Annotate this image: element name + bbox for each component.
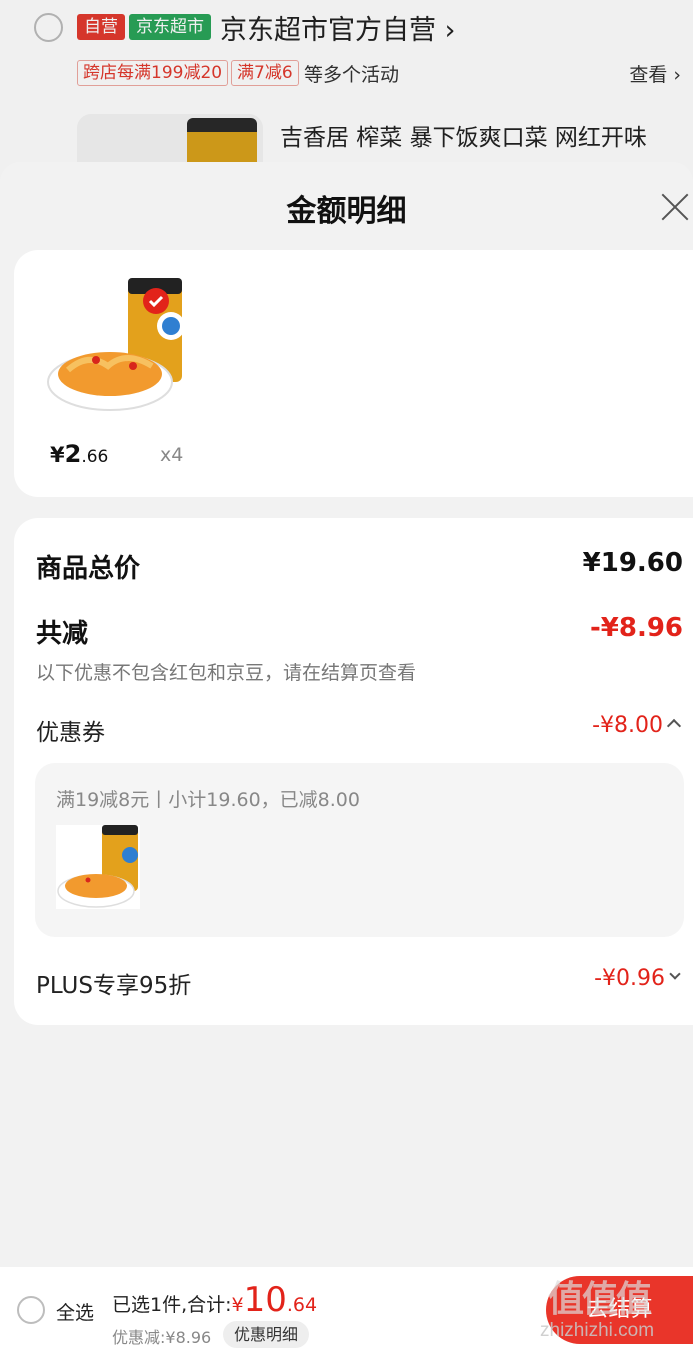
discount-note: 以下优惠不包含红包和京豆，请在结算页查看 <box>36 662 417 684</box>
total-price-value: ¥19.60 <box>582 548 683 578</box>
coupon-description: 满19减8元丨小计19.60，已减8.00 <box>56 789 360 811</box>
watermark-text: zhizhizhi.com <box>540 1320 655 1341</box>
jar-lid <box>102 825 138 835</box>
sheet-title: 金额明细 <box>286 194 407 229</box>
total-reduce-value: -¥8.96 <box>589 613 683 643</box>
summary-decimal: .64 <box>286 1294 318 1316</box>
total-reduce-label: 共减 <box>36 619 89 649</box>
summary-integer: 10 <box>243 1280 287 1320</box>
chevron-down-icon <box>669 968 681 980</box>
unit-price: ¥2.66 <box>50 440 108 468</box>
coupon-product-thumbnail <box>56 825 140 909</box>
summary-label: 已选1件,合计: <box>112 1294 232 1316</box>
pickle-pile <box>58 352 162 396</box>
quantity: x4 <box>160 444 184 466</box>
plus-discount-value: -¥0.96 <box>594 966 665 991</box>
pickle-pile <box>65 874 127 898</box>
jar-mascot <box>122 847 138 863</box>
total-price-label: 商品总价 <box>36 554 141 584</box>
plus-discount-label: PLUS专享95折 <box>36 973 192 999</box>
plus-discount-toggle[interactable]: -¥0.96 <box>594 966 681 991</box>
price-integer: 2 <box>64 440 82 468</box>
chevron-up-icon <box>666 718 682 734</box>
coupon-toggle[interactable]: -¥8.00 <box>592 713 682 738</box>
discount-summary: 优惠减:¥8.96 <box>112 1328 212 1347</box>
price-symbol: ¥ <box>50 443 65 467</box>
price-decimal: .66 <box>81 447 109 467</box>
order-summary: 已选1件,合计:¥10.64 <box>112 1280 317 1320</box>
close-icon[interactable] <box>660 192 690 222</box>
chili-piece <box>92 356 100 364</box>
product-image[interactable] <box>38 278 188 413</box>
coupon-label: 优惠券 <box>36 720 105 746</box>
select-all-label[interactable]: 全选 <box>56 1298 94 1325</box>
chili-piece <box>85 877 91 883</box>
coupon-value: -¥8.00 <box>592 713 663 738</box>
discount-detail-button[interactable]: 优惠明细 <box>223 1321 310 1348</box>
jar-mascot-face <box>162 317 180 335</box>
summary-symbol: ¥ <box>231 1294 244 1316</box>
watermark-logo: 值值值 <box>548 1279 652 1320</box>
chili-piece <box>129 362 137 370</box>
select-all-radio[interactable] <box>17 1296 45 1324</box>
